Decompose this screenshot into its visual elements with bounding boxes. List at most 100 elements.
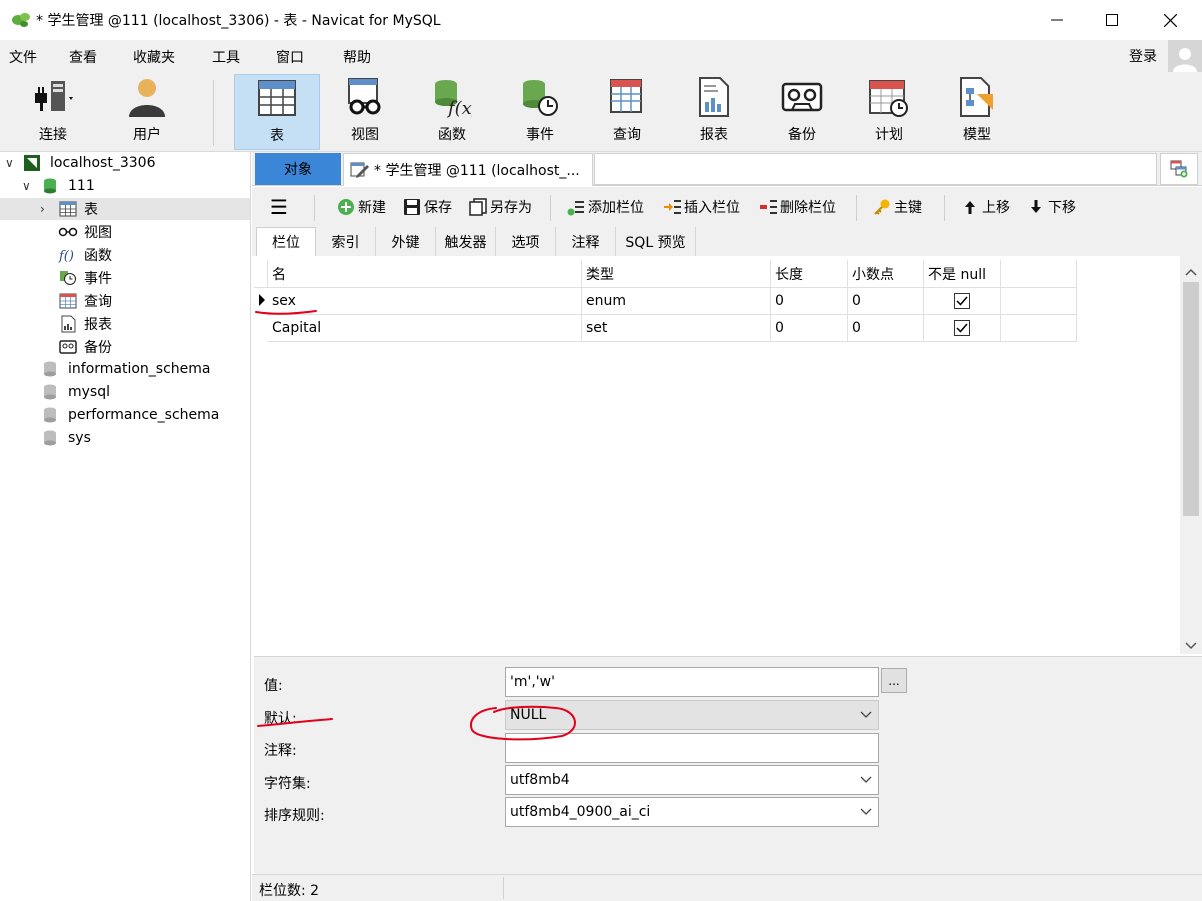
subtab-fields[interactable]: 栏位	[256, 227, 316, 256]
tree-node-events[interactable]: 事件	[0, 267, 250, 289]
tree-database-performance-schema[interactable]: performance_schema	[0, 404, 250, 426]
tree-node-reports[interactable]: 报表	[0, 313, 250, 335]
column-header-key[interactable]	[1001, 260, 1077, 288]
tree-database-information-schema[interactable]: information_schema	[0, 358, 250, 380]
not-null-checkbox[interactable]	[954, 293, 970, 309]
cell-length[interactable]: 0	[771, 315, 848, 342]
cell-decimals[interactable]: 0	[848, 315, 924, 342]
subtab-foreign-keys[interactable]: 外键	[376, 227, 436, 256]
cell-key[interactable]	[1001, 288, 1077, 315]
tool-query[interactable]: 查询	[584, 74, 670, 150]
scroll-down-icon[interactable]	[1185, 638, 1197, 654]
scroll-up-icon[interactable]	[1185, 264, 1197, 280]
menu-favorites[interactable]: 收藏夹	[133, 47, 175, 67]
tool-schedule[interactable]: 计划	[846, 74, 932, 150]
subtab-sql-preview[interactable]: SQL 预览	[616, 227, 696, 256]
subtab-triggers[interactable]: 触发器	[436, 227, 496, 256]
not-null-checkbox[interactable]	[954, 320, 970, 336]
scrollbar-thumb[interactable]	[1183, 282, 1199, 516]
tool-backup[interactable]: 备份	[759, 74, 845, 150]
login-link[interactable]: 登录	[1129, 46, 1157, 66]
column-header-decimals[interactable]: 小数点	[848, 260, 924, 288]
column-header-name[interactable]: 名	[268, 260, 582, 288]
new-button[interactable]: 新建	[336, 196, 386, 218]
toolbar-divider	[213, 80, 214, 146]
tree-node-views[interactable]: 视图	[0, 221, 250, 243]
tree-database-111[interactable]: ∨ 111	[0, 175, 250, 197]
avatar[interactable]	[1168, 40, 1202, 72]
save-button[interactable]: 保存	[402, 196, 452, 218]
toolbar-divider	[856, 195, 857, 221]
tree-node-functions[interactable]: f() 函数	[0, 244, 250, 266]
chevron-down-icon	[860, 707, 872, 725]
menu-view[interactable]: 查看	[69, 47, 97, 67]
save-as-button[interactable]: 另存为	[468, 196, 532, 218]
tool-model[interactable]: 模型	[934, 74, 1020, 150]
cell-decimals[interactable]: 0	[848, 288, 924, 315]
tree-node-label: 视图	[84, 225, 112, 241]
comment-input[interactable]	[505, 733, 879, 763]
collation-select[interactable]: utf8mb4_0900_ai_ci	[505, 797, 879, 827]
tree-node-tables[interactable]: › 表	[0, 198, 250, 220]
column-header-length[interactable]: 长度	[771, 260, 848, 288]
tool-function[interactable]: f(x) 函数	[409, 74, 495, 150]
chevron-right-icon[interactable]: ›	[40, 202, 45, 216]
close-button[interactable]	[1141, 0, 1199, 40]
default-select[interactable]: NULL	[505, 700, 879, 730]
add-field-button[interactable]: 添加栏位	[566, 196, 644, 218]
tree-node-queries[interactable]: 查询	[0, 290, 250, 312]
cell-not-null[interactable]	[924, 288, 1001, 315]
designer-subtabs: 栏位 索引 外键 触发器 选项 注释 SQL 预览	[252, 227, 1202, 256]
minimize-button[interactable]	[1028, 0, 1086, 40]
cell-type[interactable]: set	[582, 315, 771, 342]
main-toolbar: 连接 用户 表 视图 f(x) 函数 事件 查询	[0, 72, 1202, 152]
save-disk-icon	[402, 197, 422, 217]
subtab-indexes[interactable]: 索引	[316, 227, 376, 256]
grid-scrollbar[interactable]	[1180, 256, 1202, 654]
insert-field-button[interactable]: 插入栏位	[662, 196, 740, 218]
tree-database-sys[interactable]: sys	[0, 427, 250, 449]
cell-not-null[interactable]	[924, 315, 1001, 342]
column-header-not-null[interactable]: 不是 null	[924, 260, 1001, 288]
function-icon: f()	[58, 246, 78, 264]
cell-key[interactable]	[1001, 315, 1077, 342]
menu-tools[interactable]: 工具	[212, 47, 240, 67]
tree-node-backups[interactable]: 备份	[0, 336, 250, 358]
add-field-label: 添加栏位	[588, 200, 644, 216]
default-value: NULL	[510, 707, 547, 723]
new-window-icon[interactable]	[1160, 153, 1198, 185]
tree-database-mysql[interactable]: mysql	[0, 381, 250, 403]
menu-help[interactable]: 帮助	[343, 47, 371, 67]
cell-name[interactable]: sex	[268, 288, 582, 315]
menu-file[interactable]: 文件	[9, 47, 37, 67]
tool-connection[interactable]: 连接	[10, 74, 96, 150]
charset-select[interactable]: utf8mb4	[505, 765, 879, 795]
tool-table[interactable]: 表	[234, 74, 320, 150]
cell-name[interactable]: Capital	[268, 315, 582, 342]
subtab-options[interactable]: 选项	[496, 227, 556, 256]
tab-objects[interactable]: 对象	[255, 153, 341, 185]
move-down-button[interactable]: 下移	[1026, 196, 1076, 218]
delete-field-button[interactable]: 删除栏位	[758, 196, 836, 218]
tool-view[interactable]: 视图	[322, 74, 408, 150]
tool-report[interactable]: 报表	[671, 74, 757, 150]
primary-key-button[interactable]: 主键	[872, 196, 922, 218]
move-up-button[interactable]: 上移	[960, 196, 1010, 218]
chevron-down-icon[interactable]: ∨	[5, 156, 14, 170]
value-input[interactable]: 'm','w'	[505, 667, 879, 697]
cell-length[interactable]: 0	[771, 288, 848, 315]
maximize-button[interactable]	[1083, 0, 1141, 40]
tree-connection[interactable]: ∨ localhost_3306	[0, 152, 250, 174]
cell-type[interactable]: enum	[582, 288, 771, 315]
subtab-comment[interactable]: 注释	[556, 227, 616, 256]
event-clock-icon	[518, 74, 562, 120]
tool-user[interactable]: 用户	[104, 74, 190, 150]
column-header-type[interactable]: 类型	[582, 260, 771, 288]
move-up-label: 上移	[982, 200, 1010, 216]
chevron-down-icon[interactable]: ∨	[22, 179, 31, 193]
hamburger-menu-icon[interactable]: ☰	[270, 195, 288, 219]
tab-table-designer[interactable]: * 学生管理 @111 (localhost_...	[343, 153, 593, 186]
menu-window[interactable]: 窗口	[276, 47, 304, 67]
tool-event[interactable]: 事件	[497, 74, 583, 150]
value-editor-button[interactable]: ...	[881, 668, 907, 693]
